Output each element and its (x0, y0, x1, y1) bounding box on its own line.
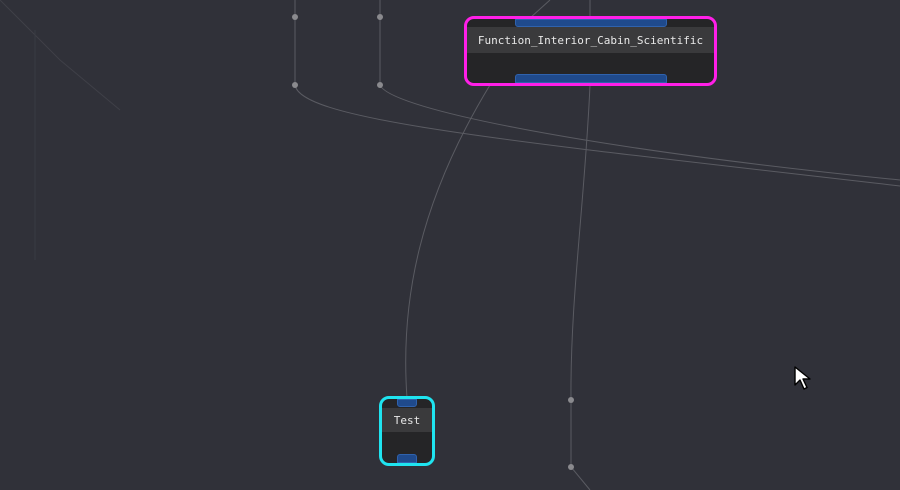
reroute-dot[interactable] (292, 82, 298, 88)
reroute-dot[interactable] (568, 464, 574, 470)
connection-wires (0, 0, 900, 490)
wire (405, 84, 491, 399)
input-port[interactable] (397, 399, 417, 407)
reroute-dot[interactable] (377, 14, 383, 20)
output-port[interactable] (515, 74, 667, 83)
reroute-dot[interactable] (292, 14, 298, 20)
node-function-interior-cabin-scientific[interactable]: Function_Interior_Cabin_Scientific (464, 16, 717, 86)
wire (0, 0, 121, 111)
reroute-dot[interactable] (377, 82, 383, 88)
node-test[interactable]: Test (379, 396, 435, 466)
input-port[interactable] (515, 19, 667, 27)
arrow-pointer-icon (794, 366, 811, 390)
output-port[interactable] (397, 454, 417, 463)
wire (570, 84, 591, 490)
node-title: Function_Interior_Cabin_Scientific (467, 27, 714, 53)
reroute-dot[interactable] (568, 397, 574, 403)
node-title: Test (382, 408, 432, 432)
